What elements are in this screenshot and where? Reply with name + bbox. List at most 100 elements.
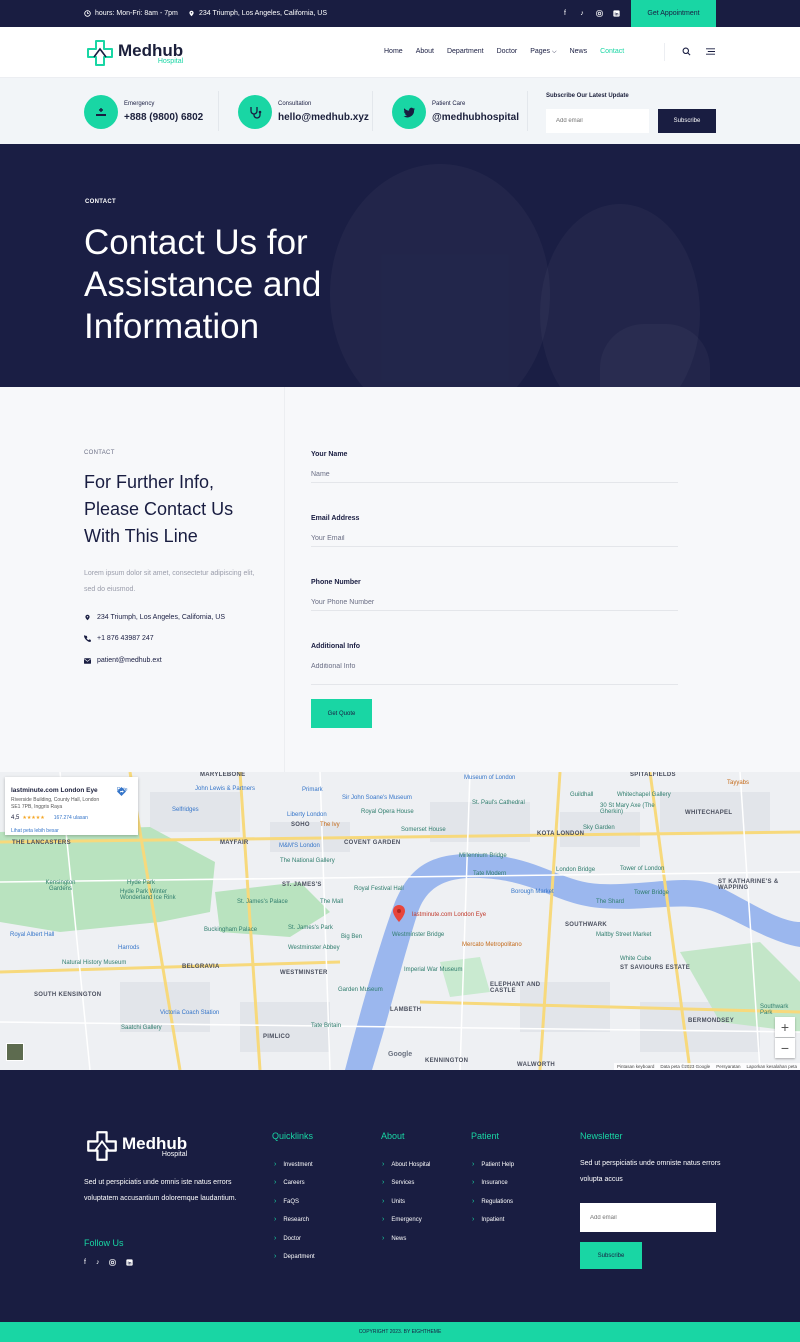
nav-item-home[interactable]: Home bbox=[384, 48, 403, 56]
footer-link[interactable]: › Doctor bbox=[274, 1230, 315, 1248]
review-count[interactable]: 167.274 ulasan bbox=[54, 815, 88, 821]
tiktok-icon[interactable]: ♪ bbox=[96, 1259, 100, 1268]
footer-link[interactable]: › FaQS bbox=[274, 1193, 315, 1211]
footer-logo[interactable]: Medhub Hospital bbox=[86, 1130, 187, 1162]
map-poi[interactable]: St. James's Park bbox=[288, 925, 333, 931]
footer-link[interactable]: › Inpatient bbox=[472, 1211, 514, 1229]
directions-button[interactable]: Rute bbox=[117, 787, 128, 796]
nav-item-doctor[interactable]: Doctor bbox=[497, 48, 518, 56]
hamburger-menu-icon[interactable] bbox=[705, 47, 716, 56]
map-poi[interactable]: Victoria Coach Station bbox=[160, 1010, 219, 1016]
footer-link[interactable]: › Investment bbox=[274, 1156, 315, 1174]
map-poi[interactable]: Royal Festival Hall bbox=[354, 886, 404, 892]
site-logo[interactable]: Medhub Hospital bbox=[86, 39, 183, 67]
zoom-out-button[interactable]: − bbox=[775, 1038, 795, 1058]
terms-link[interactable]: Persyaratan bbox=[716, 1064, 740, 1069]
phone-input[interactable] bbox=[311, 595, 678, 611]
map-poi[interactable]: Museum of London bbox=[464, 775, 515, 781]
map-poi[interactable]: M&M'S London bbox=[279, 843, 320, 849]
map-poi[interactable]: Whitechapel Gallery bbox=[617, 792, 671, 798]
get-appointment-button[interactable]: Get Appointment bbox=[631, 0, 716, 27]
map-poi[interactable]: Westminster Abbey bbox=[288, 945, 340, 951]
map-poi[interactable]: Imperial War Museum bbox=[404, 967, 462, 973]
facebook-icon[interactable]: f bbox=[84, 1259, 86, 1268]
footer-link[interactable]: › News bbox=[382, 1230, 430, 1248]
map-poi[interactable]: Tate Modern bbox=[473, 871, 506, 877]
map-poi[interactable]: Hyde Park Winter Wonderland Ice Rink bbox=[120, 889, 200, 901]
map-poi[interactable]: St. James's Palace bbox=[237, 899, 288, 905]
subscribe-email-input[interactable] bbox=[546, 109, 649, 133]
newsletter-subscribe-button[interactable]: Subscribe bbox=[580, 1242, 642, 1269]
larger-map-link[interactable]: Lihat peta lebih besar bbox=[11, 828, 59, 834]
footer-link[interactable]: › Careers bbox=[274, 1174, 315, 1192]
map-poi[interactable]: Primark bbox=[302, 787, 323, 793]
footer-link[interactable]: › Insurance bbox=[472, 1174, 514, 1192]
keyboard-shortcuts-link[interactable]: Pintasan keyboard bbox=[617, 1064, 654, 1069]
map-poi[interactable]: The National Gallery bbox=[280, 858, 335, 864]
search-icon[interactable] bbox=[682, 47, 691, 56]
map-poi[interactable]: Tayyabs bbox=[727, 780, 749, 786]
map-poi[interactable]: The Shard bbox=[596, 899, 624, 905]
nav-item-pages[interactable]: Pages ⌵ bbox=[530, 48, 556, 56]
nav-item-news[interactable]: News bbox=[570, 48, 588, 56]
map-poi[interactable]: Buckingham Palace bbox=[204, 927, 257, 933]
additional-info-textarea[interactable] bbox=[311, 663, 678, 685]
map-poi[interactable]: Westminster Bridge bbox=[392, 932, 444, 938]
map-poi[interactable]: Kensington Gardens bbox=[38, 880, 83, 892]
map-poi[interactable]: Tower Bridge bbox=[634, 890, 669, 896]
tiktok-icon[interactable]: ♪ bbox=[578, 9, 586, 17]
facebook-icon[interactable]: f bbox=[561, 9, 569, 17]
map-poi[interactable]: Mercato Metropolitano bbox=[462, 942, 522, 948]
map-poi[interactable]: White Cube bbox=[620, 956, 651, 962]
map-poi[interactable]: Guildhall bbox=[570, 792, 593, 798]
map-poi[interactable]: Tower of London bbox=[620, 866, 664, 872]
newsletter-email-input[interactable] bbox=[580, 1203, 716, 1232]
footer-link[interactable]: › About Hospital bbox=[382, 1156, 430, 1174]
map-poi[interactable]: Royal Albert Hall bbox=[10, 932, 54, 938]
map-poi[interactable]: Hyde Park bbox=[127, 880, 155, 886]
map-poi[interactable]: Selfridges bbox=[172, 807, 199, 813]
footer-link[interactable]: › Services bbox=[382, 1174, 430, 1192]
zoom-in-button[interactable]: + bbox=[775, 1017, 795, 1037]
map-poi[interactable]: Saatchi Gallery bbox=[121, 1025, 162, 1031]
name-input[interactable] bbox=[311, 467, 678, 483]
map-poi[interactable]: Royal Opera House bbox=[361, 809, 414, 815]
emergency-phone[interactable]: +888 (9800) 6802 bbox=[124, 112, 203, 123]
instagram-icon[interactable] bbox=[595, 9, 603, 17]
patient-care-handle[interactable]: @medhubhospital bbox=[432, 112, 519, 123]
map-poi[interactable]: Southwark Park bbox=[760, 1004, 800, 1016]
map-poi[interactable]: Tate Britain bbox=[311, 1023, 341, 1029]
contact-email-text[interactable]: patient@medhub.ext bbox=[97, 657, 162, 664]
map-poi[interactable]: Millennium Bridge bbox=[459, 853, 507, 859]
satellite-toggle[interactable] bbox=[6, 1043, 24, 1061]
footer-link[interactable]: › Units bbox=[382, 1193, 430, 1211]
map-poi[interactable]: Somerset House bbox=[401, 827, 446, 833]
map-poi[interactable]: Natural History Museum bbox=[62, 960, 126, 966]
instagram-icon[interactable] bbox=[109, 1259, 117, 1268]
map-poi[interactable]: Liberty London bbox=[287, 812, 327, 818]
consultation-email[interactable]: hello@medhub.xyz bbox=[278, 112, 369, 123]
map-poi[interactable]: St. Paul's Cathedral bbox=[472, 800, 525, 806]
email-input[interactable] bbox=[311, 531, 678, 547]
map-poi[interactable]: Sir John Soane's Museum bbox=[342, 795, 412, 801]
footer-link[interactable]: › Research bbox=[274, 1211, 315, 1229]
footer-link[interactable]: › Regulations bbox=[472, 1193, 514, 1211]
nav-item-about[interactable]: About bbox=[416, 48, 434, 56]
map-marker-label[interactable]: lastminute.com London Eye bbox=[412, 912, 486, 918]
map-poi[interactable]: The Ivy bbox=[320, 822, 340, 828]
map-poi[interactable]: Maltby Street Market bbox=[596, 932, 651, 938]
map-poi[interactable]: Garden Museum bbox=[338, 987, 383, 993]
nav-item-contact[interactable]: Contact bbox=[600, 48, 624, 56]
contact-phone-text[interactable]: +1 876 43987 247 bbox=[97, 635, 154, 642]
linkedin-icon[interactable]: in bbox=[612, 9, 620, 17]
footer-link[interactable]: › Department bbox=[274, 1248, 315, 1266]
linkedin-icon[interactable]: in bbox=[126, 1259, 134, 1268]
map-poi[interactable]: London Bridge bbox=[556, 867, 595, 873]
map-poi[interactable]: Borough Market bbox=[511, 889, 554, 895]
google-map[interactable]: lastminute.com London Eye Riverside Buil… bbox=[0, 772, 800, 1070]
report-error-link[interactable]: Laporkan kesalahan peta bbox=[746, 1064, 797, 1069]
subscribe-button[interactable]: Subscribe bbox=[658, 109, 716, 133]
map-poi[interactable]: Harrods bbox=[118, 945, 139, 951]
get-quote-button[interactable]: Get Quote bbox=[311, 699, 372, 728]
map-poi[interactable]: 30 St Mary Axe (The Gherkin) bbox=[600, 803, 660, 815]
